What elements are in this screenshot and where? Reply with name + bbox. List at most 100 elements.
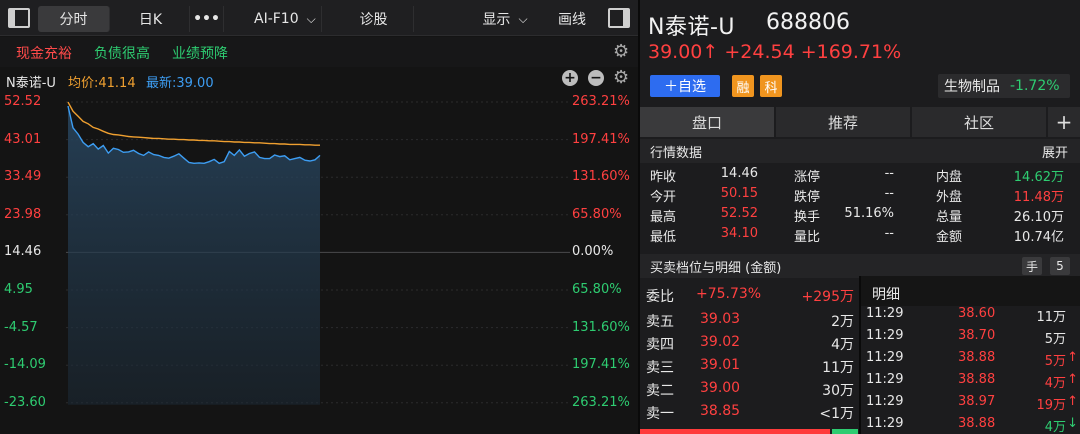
- ask-level-label: 卖四: [646, 337, 674, 353]
- avg-price-line: [67, 101, 320, 146]
- ask-price: 39.01: [700, 357, 741, 373]
- ask-row[interactable]: 卖三 39.01 11万: [640, 355, 858, 377]
- tab-handicap[interactable]: 盘口: [640, 107, 774, 137]
- quote-value: 34.10: [720, 226, 758, 241]
- quote-value: 11.48万: [1013, 190, 1064, 205]
- app-window: 分时 日K ••• AI-F10 ⌵ 诊股 显示 ⌵ 画线 现金充裕 负债很高 …: [0, 0, 1080, 434]
- trade-direction-icon: ↑: [1067, 394, 1078, 409]
- ask-price: 39.03: [700, 311, 741, 327]
- margin-badge[interactable]: 融: [732, 75, 754, 97]
- chart-panel: 分时 日K ••• AI-F10 ⌵ 诊股 显示 ⌵ 画线 现金充裕 负债很高 …: [0, 0, 638, 434]
- trade-row[interactable]: 11:29 38.88 4万 ↓: [862, 414, 1080, 434]
- trade-row[interactable]: 11:29 38.70 5万: [862, 326, 1080, 348]
- trade-row[interactable]: 11:29 38.60 11万: [862, 304, 1080, 326]
- ask-volume: 11万: [822, 360, 854, 376]
- hand-toggle[interactable]: 手: [1022, 257, 1042, 275]
- trade-price: 38.97: [958, 394, 996, 409]
- tab-community[interactable]: 社区: [912, 107, 1046, 137]
- stock-code: 688806: [766, 10, 850, 35]
- ask-level-label: 卖一: [646, 406, 674, 422]
- trade-row[interactable]: 11:29 38.88 5万 ↑: [862, 348, 1080, 370]
- tab-intraday[interactable]: 分时: [38, 6, 110, 32]
- ask-volume: 4万: [831, 337, 854, 353]
- sector-chip[interactable]: 生物制品 -1.72%: [938, 74, 1070, 98]
- quote-header: 行情数据 展开: [640, 139, 1080, 163]
- stock-tags: 现金充裕 负债很高 业绩预降 ⚙: [0, 37, 638, 67]
- price-change: 39.00↑ +24.54 +169.71%: [648, 41, 902, 63]
- ask-row[interactable]: 卖五 39.03 2万: [640, 309, 858, 331]
- quote-panel: N泰诺-U 688806 39.00↑ +24.54 +169.71% ＋自选 …: [640, 0, 1080, 434]
- sector-change: -1.72%: [1010, 78, 1060, 94]
- add-tab-button[interactable]: +: [1048, 107, 1080, 137]
- orderbook-divider: [859, 276, 861, 434]
- weibi-amount: +295万: [801, 289, 854, 305]
- quote-value: 10.74亿: [1013, 230, 1064, 245]
- chevron-down-icon: ⌵: [306, 11, 316, 26]
- tag-high-debt[interactable]: 负债很高: [94, 43, 150, 63]
- add-watchlist-button[interactable]: ＋自选: [650, 75, 720, 97]
- trade-volume: 11万: [1036, 310, 1066, 325]
- trade-direction-icon: ↑: [1067, 350, 1078, 365]
- zoom-in-icon[interactable]: +: [562, 70, 578, 86]
- trade-direction-icon: ↓: [1067, 416, 1078, 431]
- quote-value: --: [884, 186, 894, 201]
- quote-value: --: [884, 166, 894, 181]
- expand-button[interactable]: 展开: [1042, 142, 1068, 161]
- orderbook-header: 买卖档位与明细 (金额) 手 5: [640, 254, 1080, 278]
- trade-row[interactable]: 11:29 38.88 4万 ↑: [862, 370, 1080, 392]
- chart-gear-icon[interactable]: ⚙: [613, 67, 629, 88]
- ask-row[interactable]: 卖四 39.02 4万: [640, 332, 858, 354]
- trade-volume: 5万: [1044, 332, 1066, 347]
- trade-volume: 4万: [1044, 376, 1066, 391]
- right-panel-toggle-icon[interactable]: [608, 8, 630, 28]
- tag-earnings-drop[interactable]: 业绩预降: [172, 43, 228, 63]
- left-panel-toggle-icon[interactable]: [8, 8, 30, 28]
- trade-time: 11:29: [866, 328, 904, 343]
- tab-ai-f10[interactable]: AI-F10 ⌵: [226, 6, 322, 32]
- star-market-badge[interactable]: 科: [760, 75, 782, 97]
- sector-name: 生物制品: [944, 79, 1000, 95]
- tag-cash-rich[interactable]: 现金充裕: [16, 43, 72, 63]
- trade-price: 38.88: [958, 416, 996, 431]
- level-toggle[interactable]: 5: [1050, 257, 1070, 275]
- stock-name: N泰诺-U: [648, 15, 735, 40]
- detail-header: 明细: [860, 276, 1080, 306]
- tab-ai-f10-label: AI-F10: [254, 11, 299, 27]
- draw-line-button[interactable]: 画线: [544, 6, 600, 32]
- zoom-out-icon[interactable]: −: [588, 70, 604, 86]
- trade-volume: 4万: [1044, 420, 1066, 434]
- ask-price: 39.00: [700, 380, 741, 396]
- quote-value: 26.10万: [1013, 210, 1064, 225]
- chevron-down-icon: ⌵: [518, 11, 528, 26]
- display-dropdown[interactable]: 显示 ⌵: [468, 6, 542, 32]
- tab-daily-k[interactable]: 日K: [112, 6, 190, 32]
- trade-direction-icon: ↑: [1067, 372, 1078, 387]
- quote-value: --: [884, 226, 894, 241]
- ask-level-label: 卖三: [646, 360, 674, 376]
- tab-recommend[interactable]: 推荐: [776, 107, 910, 137]
- ask-row[interactable]: 卖二 39.00 30万: [640, 378, 858, 400]
- trade-time: 11:29: [866, 372, 904, 387]
- trade-time: 11:29: [866, 350, 904, 365]
- intraday-chart[interactable]: [0, 92, 638, 434]
- trade-price: 38.70: [958, 328, 996, 343]
- sell-ratio-bar: [832, 429, 858, 434]
- chart-toolbar: 分时 日K ••• AI-F10 ⌵ 诊股 显示 ⌵ 画线: [0, 0, 638, 36]
- buy-ratio-bar: [640, 429, 830, 434]
- more-icon[interactable]: •••: [190, 6, 224, 32]
- trade-volume: 5万: [1044, 354, 1066, 369]
- trade-price: 38.88: [958, 350, 996, 365]
- ask-price: 39.02: [700, 334, 741, 350]
- trade-row[interactable]: 11:29 38.97 19万 ↑: [862, 392, 1080, 414]
- detail-label: 明细: [872, 287, 900, 303]
- tab-diagnose[interactable]: 诊股: [334, 6, 414, 32]
- ask-level-label: 卖五: [646, 314, 674, 330]
- trade-time: 11:29: [866, 394, 904, 409]
- latest-price: 最新:39.00: [146, 76, 214, 91]
- ask-volume: 30万: [822, 383, 854, 399]
- quote-value: 50.15: [720, 186, 758, 201]
- gear-icon[interactable]: ⚙: [613, 41, 629, 62]
- ask-volume: 2万: [831, 314, 854, 330]
- ask-row[interactable]: 卖一 38.85 <1万: [640, 401, 858, 423]
- quote-value: 14.46: [720, 166, 758, 181]
